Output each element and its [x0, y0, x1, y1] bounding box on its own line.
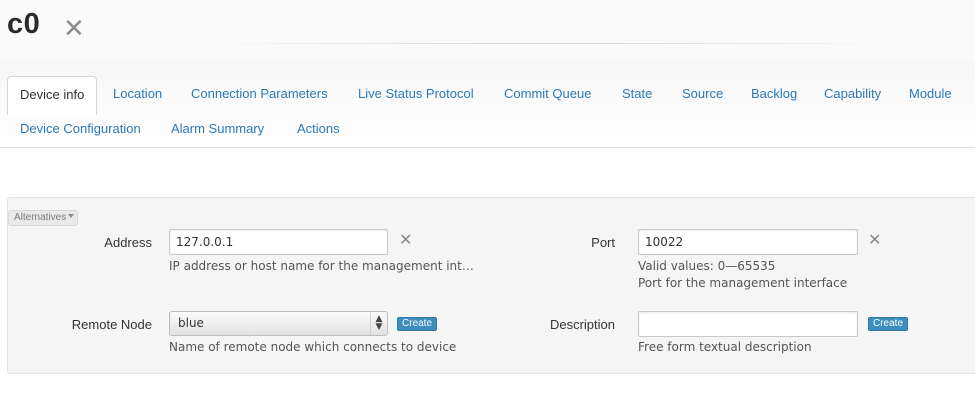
remote-node-create-button[interactable]: Create [397, 317, 438, 331]
remote-node-label: Remote Node [71, 317, 152, 332]
remote-node-help: Name of remote node which connects to de… [169, 340, 457, 354]
close-icon[interactable]: ✕ [63, 13, 85, 43]
address-help: IP address or host name for the manageme… [169, 259, 474, 273]
port-clear-icon[interactable]: ✕ [868, 233, 881, 249]
tab-bar: Device info Location Connection Paramete… [0, 60, 975, 148]
description-input[interactable] [638, 311, 858, 337]
tab-device-configuration[interactable]: Device Configuration [20, 121, 141, 137]
tab-state[interactable]: State [622, 86, 652, 102]
remote-node-selected: blue [178, 316, 204, 330]
tab-source[interactable]: Source [682, 86, 723, 102]
tab-actions[interactable]: Actions [297, 121, 340, 137]
header-divider [200, 43, 900, 44]
alternatives-label: Alternatives [14, 212, 67, 223]
select-arrows-icon: ▲ ▼ [370, 312, 387, 335]
port-input[interactable] [638, 229, 858, 255]
port-help: Port for the management interface [638, 276, 848, 290]
port-valid-values: Valid values: 0—65535 [638, 259, 776, 273]
tab-connection-parameters[interactable]: Connection Parameters [191, 86, 328, 102]
alternatives-dropdown[interactable]: Alternatives [8, 210, 79, 226]
description-label: Description [549, 317, 615, 332]
device-info-form: Alternatives Address ✕ IP address or hos… [7, 197, 975, 374]
caret-down-icon [68, 214, 75, 218]
tab-capability[interactable]: Capability [824, 86, 881, 102]
address-input[interactable] [169, 229, 388, 255]
tab-device-info[interactable]: Device info [7, 76, 98, 115]
tab-alarm-summary[interactable]: Alarm Summary [171, 121, 264, 137]
tab-location[interactable]: Location [113, 86, 162, 102]
page-header: c0 ✕ [0, 0, 975, 60]
tab-backlog[interactable]: Backlog [751, 86, 797, 102]
remote-node-select[interactable]: blue ▲ ▼ [169, 311, 388, 336]
tab-module[interactable]: Module [909, 86, 952, 102]
tab-live-status-protocol[interactable]: Live Status Protocol [358, 86, 474, 102]
tab-commit-queue[interactable]: Commit Queue [504, 86, 591, 102]
description-create-button[interactable]: Create [868, 317, 909, 331]
page-title: c0 [7, 8, 41, 40]
address-label: Address [104, 235, 152, 250]
port-label: Port [591, 235, 615, 250]
address-clear-icon[interactable]: ✕ [399, 233, 412, 249]
description-help: Free form textual description [638, 340, 812, 354]
